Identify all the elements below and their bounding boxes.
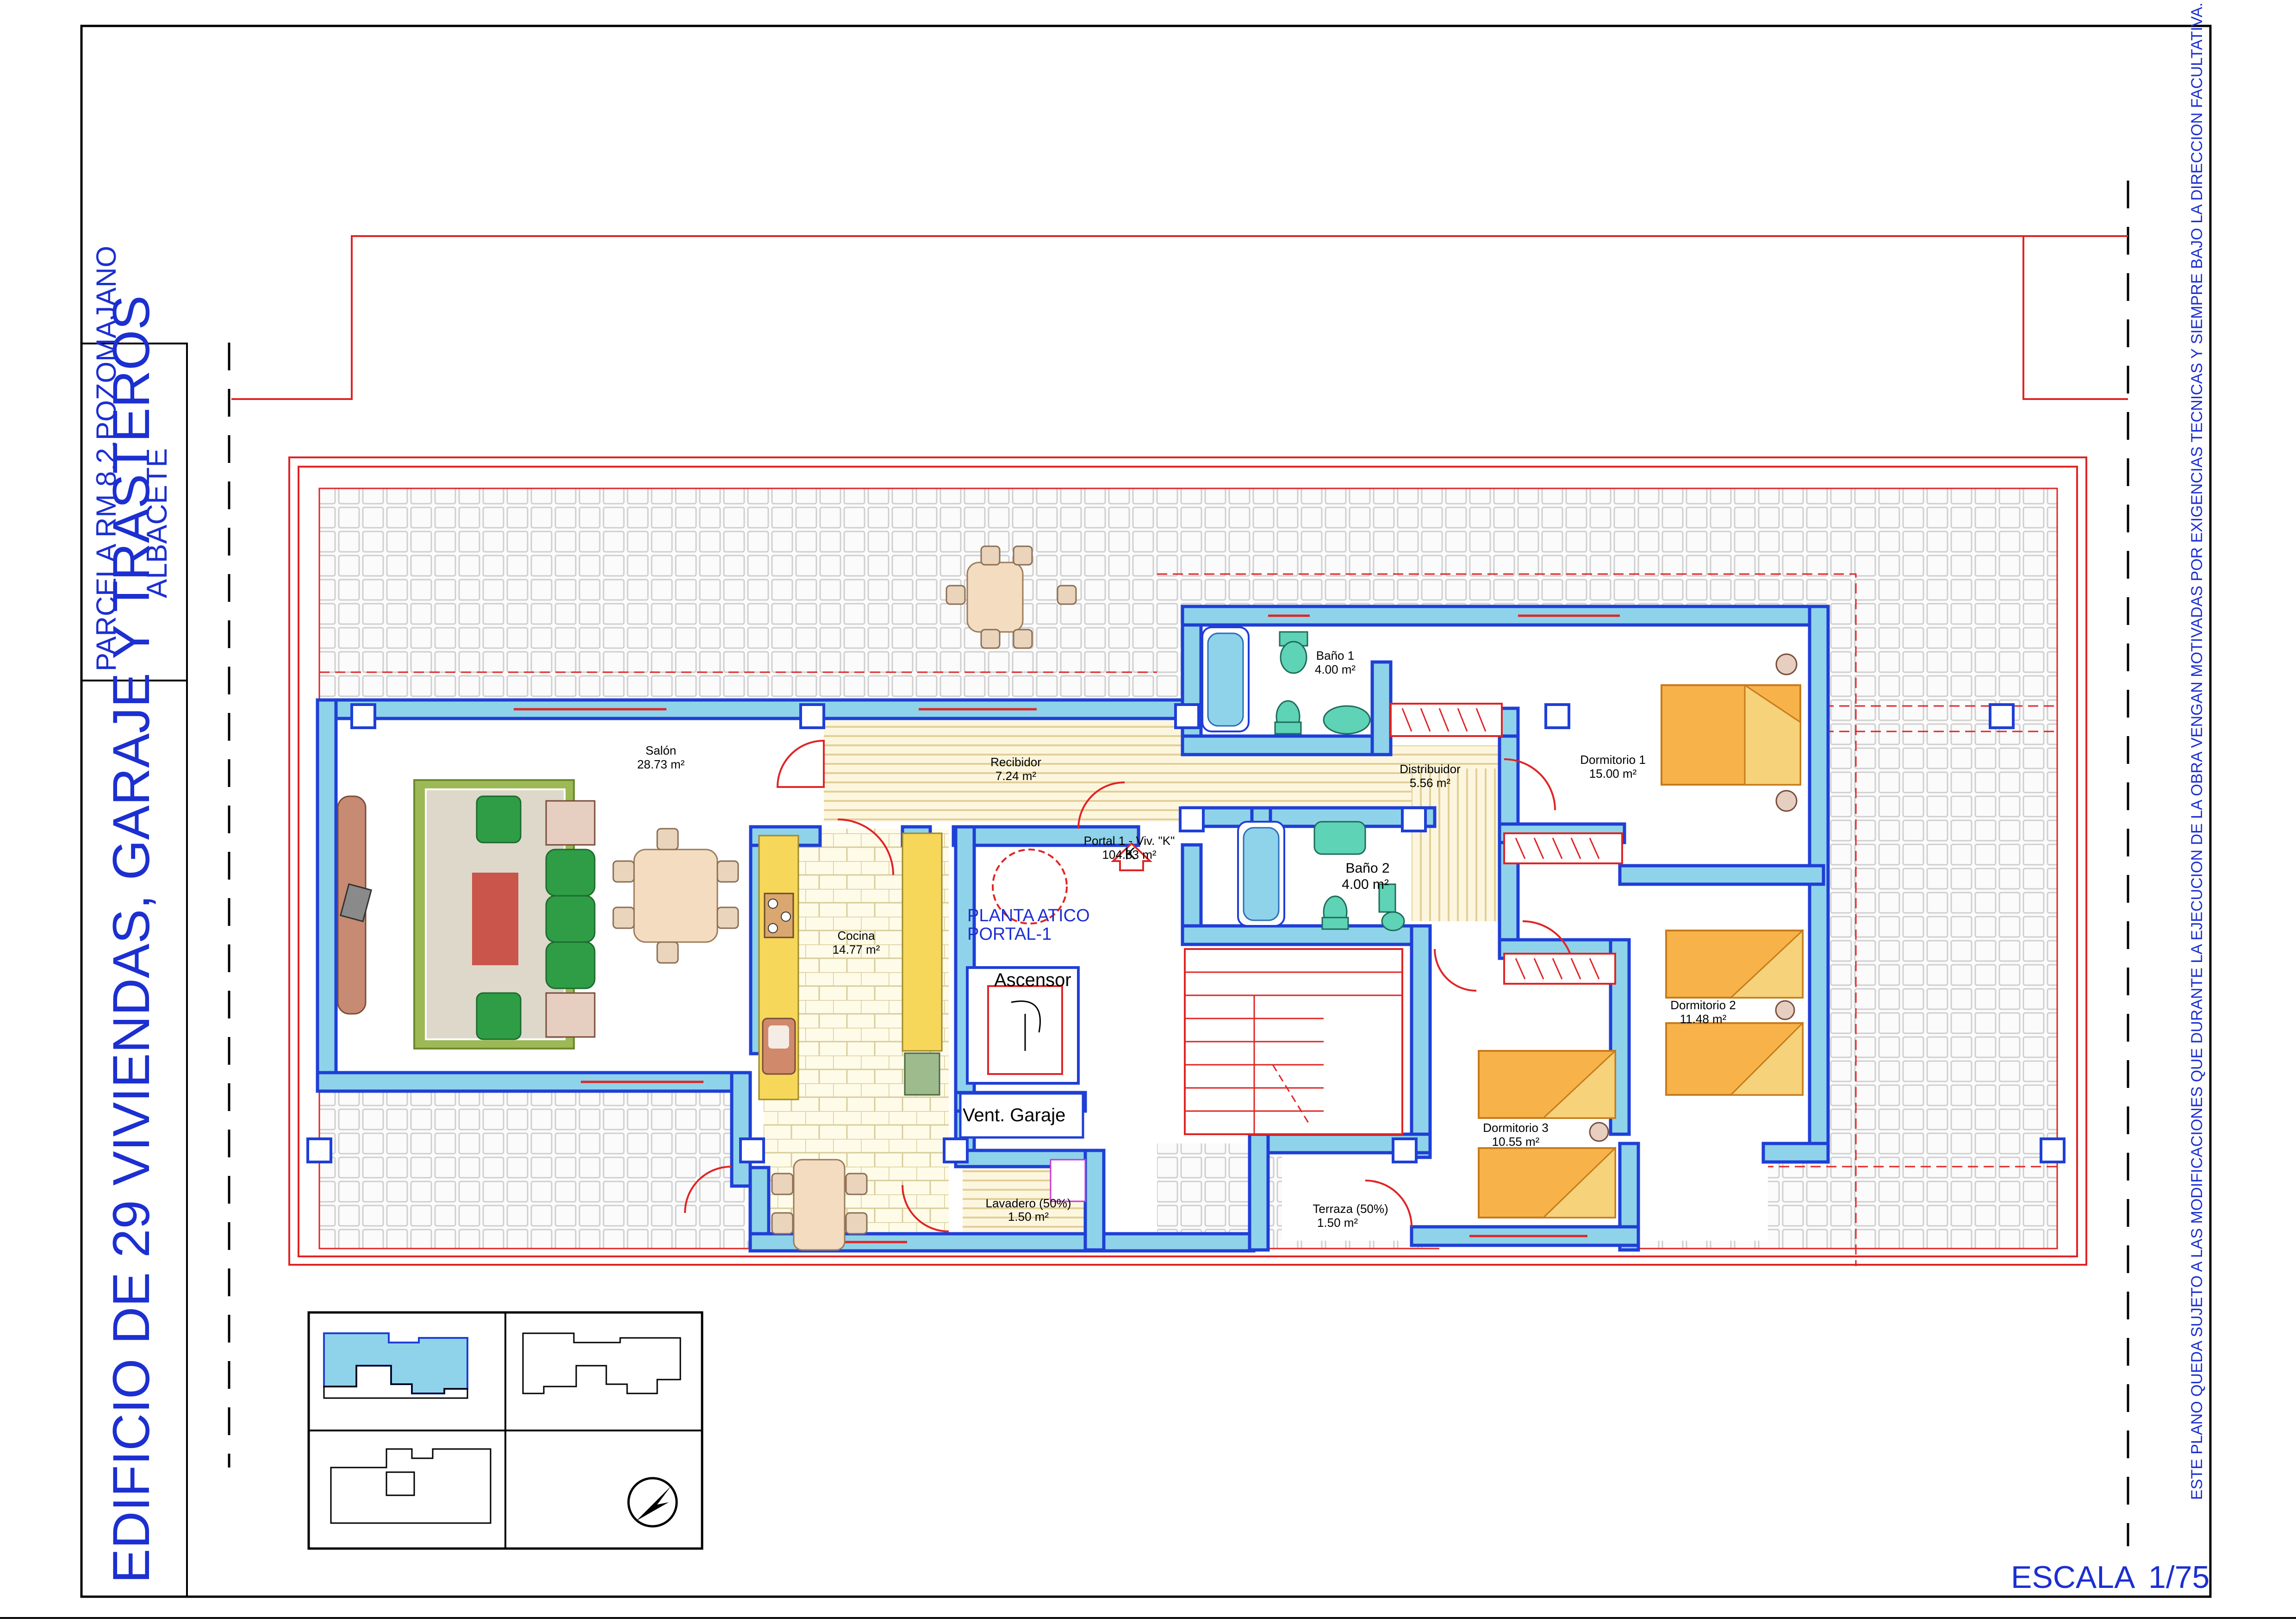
stairwell: [1184, 948, 1403, 1135]
dormitorio2-name: Dormitorio 2: [1670, 998, 1736, 1012]
bathtub-icon: [1237, 821, 1285, 927]
dwelling-name: Portal 1 - Viv. "K": [1084, 834, 1175, 848]
dormitorio3-area: 10.55 m²: [1492, 1135, 1540, 1149]
toilet-icon: [1321, 895, 1349, 930]
dormitorio3-name: Dormitorio 3: [1483, 1121, 1549, 1135]
dormitorio2-area: 11.48 m²: [1680, 1012, 1727, 1026]
plan-heading-line1: PLANTA ATICO: [967, 906, 1090, 925]
salon-area: 28.73 m²: [637, 757, 685, 771]
sink-icon: [762, 1018, 796, 1075]
ascensor-label: Ascensor: [994, 970, 1071, 990]
sink-icon: [1313, 821, 1366, 855]
distribuidor-name: Distribuidor: [1400, 762, 1461, 776]
city-label: ALBACETE: [141, 448, 173, 598]
terraza-name: Terraza (50%): [1313, 1202, 1388, 1216]
toilet-icon: [1274, 700, 1302, 735]
toilet-icon: [1279, 631, 1308, 674]
scale-value: 1/75: [2148, 1560, 2209, 1595]
recibidor-name: Recibidor: [990, 755, 1041, 769]
cocina-area: 14.77 m²: [833, 943, 880, 956]
key-plan: [307, 1311, 703, 1550]
vent-garaje-label: Vent. Garaje: [963, 1105, 1065, 1125]
stove-icon: [764, 893, 794, 938]
cocina-name: Cocina: [838, 929, 875, 943]
dormitorio1-name: Dormitorio 1: [1580, 753, 1646, 767]
terraza-area: 1.50 m²: [1317, 1216, 1358, 1230]
bano2-name: Baño 2: [1345, 861, 1389, 876]
sink-icon: [1323, 705, 1371, 735]
dormitorio1-area: 15.00 m²: [1589, 767, 1637, 781]
bano1-area: 4.00 m²: [1315, 662, 1356, 676]
lavadero-name: Lavadero (50%): [986, 1196, 1071, 1210]
bathtub-icon: [1201, 626, 1250, 732]
salon-name: Salón: [646, 743, 677, 757]
bano1-name: Baño 1: [1316, 649, 1354, 662]
parcel-label: PARCELA RM.8.2.POZOMAJANO: [91, 246, 122, 671]
side-note: ESTE PLANO QUEDA SUJETO A LAS MODIFICACI…: [2188, 2, 2206, 1500]
lavadero-area: 1.50 m²: [1008, 1210, 1049, 1224]
bano2-area: 4.00 m²: [1342, 877, 1389, 892]
scale-label: ESCALA: [2011, 1560, 2135, 1595]
north-arrow-icon: [627, 1477, 678, 1528]
plan-heading-line2: PORTAL-1: [967, 924, 1052, 944]
dwelling-area: 104.33 m²: [1102, 848, 1156, 862]
floor-plan-drawing: EDIFICIO DE 29 VIVIENDAS, GARAJE Y TRAST…: [0, 2, 2296, 1619]
sofa-icon: [413, 779, 596, 1049]
distribuidor-area: 5.56 m²: [1410, 776, 1450, 790]
title-block: EDIFICIO DE 29 VIVIENDAS, GARAJE Y TRAST…: [81, 246, 188, 1598]
recibidor-area: 7.24 m²: [996, 769, 1036, 783]
